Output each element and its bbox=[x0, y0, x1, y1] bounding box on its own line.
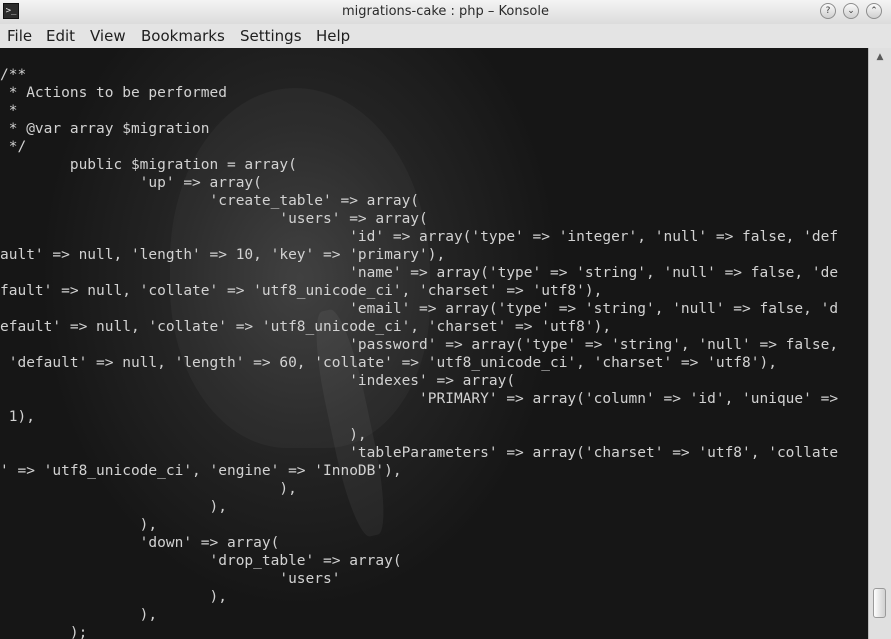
menu-bar: File Edit View Bookmarks Settings Help bbox=[0, 24, 891, 48]
terminal-line: 'create_table' => array( bbox=[0, 193, 420, 209]
terminal-line: */ bbox=[0, 139, 27, 155]
terminal-line: ), bbox=[0, 427, 367, 443]
terminal-line: ), bbox=[0, 517, 158, 533]
vertical-scrollbar[interactable]: ▲ bbox=[868, 48, 891, 639]
konsole-window: >_ migrations-cake : php – Konsole ? ⌄ ⌃… bbox=[0, 0, 891, 639]
terminal-line: 'up' => array( bbox=[0, 175, 262, 191]
menu-view[interactable]: View bbox=[90, 27, 126, 45]
arrow-up-icon[interactable]: ▲ bbox=[873, 50, 887, 64]
terminal-line: 'email' => array('type' => 'string', 'nu… bbox=[0, 301, 839, 317]
terminal-line: 'default' => null, 'length' => 60, 'coll… bbox=[0, 355, 777, 371]
terminal-line: * @var array $migration bbox=[0, 121, 210, 137]
terminal-line: /** bbox=[0, 67, 27, 83]
terminal-line: ault' => null, 'length' => 10, 'key' => … bbox=[0, 247, 446, 263]
terminal-line: 'name' => array('type' => 'string', 'nul… bbox=[0, 265, 839, 281]
terminal-line: ' => 'utf8_unicode_ci', 'engine' => 'Inn… bbox=[0, 463, 402, 479]
terminal-line: 'drop_table' => array( bbox=[0, 553, 402, 569]
menu-settings[interactable]: Settings bbox=[240, 27, 302, 45]
terminal-line: ), bbox=[0, 589, 227, 605]
menu-edit[interactable]: Edit bbox=[46, 27, 75, 45]
scrollbar-thumb[interactable] bbox=[873, 588, 886, 618]
help-button[interactable]: ? bbox=[820, 3, 836, 19]
terminal-line: fault' => null, 'collate' => 'utf8_unico… bbox=[0, 283, 603, 299]
terminal-line: 'id' => array('type' => 'integer', 'null… bbox=[0, 229, 839, 245]
terminal-line: efault' => null, 'collate' => 'utf8_unic… bbox=[0, 319, 612, 335]
minimize-button[interactable]: ⌄ bbox=[843, 3, 859, 19]
window-title: migrations-cake : php – Konsole bbox=[342, 4, 549, 19]
menu-file[interactable]: File bbox=[7, 27, 32, 45]
terminal-line: 'users' => array( bbox=[0, 211, 428, 227]
terminal-line: 'indexes' => array( bbox=[0, 373, 516, 389]
terminal-area[interactable]: /** * Actions to be performed * * @var a… bbox=[0, 48, 868, 639]
terminal-line: public $migration = array( bbox=[0, 157, 297, 173]
terminal-line: ), bbox=[0, 481, 297, 497]
terminal-line: 'users' bbox=[0, 571, 341, 587]
terminal-line: 1), bbox=[0, 409, 35, 425]
menu-help[interactable]: Help bbox=[316, 27, 350, 45]
terminal-line: 'down' => array( bbox=[0, 535, 280, 551]
terminal-line: ); bbox=[0, 625, 88, 639]
menu-bookmarks[interactable]: Bookmarks bbox=[141, 27, 225, 45]
maximize-button[interactable]: ⌃ bbox=[866, 3, 882, 19]
terminal-line: ), bbox=[0, 607, 158, 623]
terminal-line: * Actions to be performed bbox=[0, 85, 227, 101]
terminal-line: 'PRIMARY' => array('column' => 'id', 'un… bbox=[0, 391, 839, 407]
terminal-output[interactable]: /** * Actions to be performed * * @var a… bbox=[0, 66, 838, 639]
terminal-line: * bbox=[0, 103, 18, 119]
terminal-line: ), bbox=[0, 499, 227, 515]
terminal-line: 'tableParameters' => array('charset' => … bbox=[0, 445, 839, 461]
title-bar[interactable]: >_ migrations-cake : php – Konsole ? ⌄ ⌃ bbox=[0, 0, 891, 25]
terminal-line: 'password' => array('type' => 'string', … bbox=[0, 337, 839, 353]
